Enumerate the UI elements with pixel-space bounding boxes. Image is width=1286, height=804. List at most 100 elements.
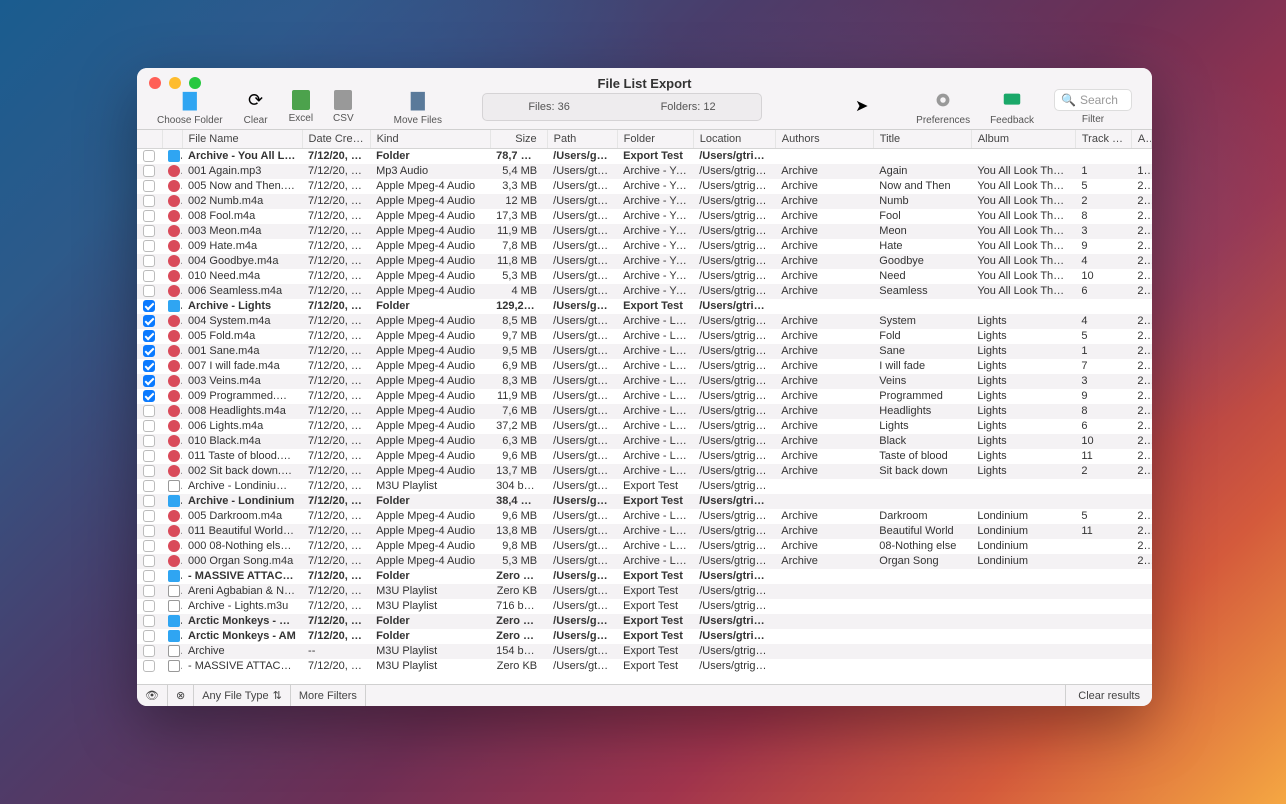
row-checkbox[interactable] — [143, 510, 155, 522]
col-date[interactable]: Date Created — [302, 130, 370, 149]
table-row[interactable]: 004 Goodbye.m4a7/12/20, 6:0...Apple Mpeg… — [137, 254, 1152, 269]
row-checkbox[interactable] — [143, 360, 155, 372]
row-checkbox[interactable] — [143, 390, 155, 402]
table-row[interactable]: 002 Numb.m4a7/12/20, 6:0...Apple Mpeg-4 … — [137, 194, 1152, 209]
row-checkbox[interactable] — [143, 375, 155, 387]
row-checkbox[interactable] — [143, 255, 155, 267]
close-icon[interactable] — [149, 77, 161, 89]
preferences-button[interactable]: Preferences — [906, 88, 980, 126]
row-checkbox[interactable] — [143, 330, 155, 342]
row-checkbox[interactable] — [143, 150, 155, 162]
col-path[interactable]: Path — [547, 130, 617, 149]
table-row[interactable]: 006 Lights.m4a7/12/20, 7:1...Apple Mpeg-… — [137, 419, 1152, 434]
table-row[interactable]: 007 I will fade.m4a7/12/20, 7:17...Apple… — [137, 359, 1152, 374]
clear-button[interactable]: ⟳ Clear — [233, 88, 279, 126]
row-checkbox[interactable] — [143, 645, 155, 657]
move-files-button[interactable]: ▇ Move Files — [384, 88, 452, 126]
col-track[interactable]: Track NO — [1075, 130, 1131, 149]
row-checkbox[interactable] — [143, 630, 155, 642]
maximize-icon[interactable] — [189, 77, 201, 89]
table-row[interactable]: 006 Seamless.m4a7/12/20, 6:0...Apple Mpe… — [137, 284, 1152, 299]
table-row[interactable]: Archive - Londinium7/12/20, 7:...Folder3… — [137, 494, 1152, 509]
close-filter-button[interactable]: ⊗ — [168, 685, 194, 706]
row-checkbox[interactable] — [143, 615, 155, 627]
table-row[interactable]: Arctic Monkeys - AM7/12/20, 7:...FolderZ… — [137, 629, 1152, 644]
feedback-button[interactable]: Feedback — [980, 88, 1044, 126]
col-title[interactable]: Title — [873, 130, 971, 149]
row-checkbox[interactable] — [143, 165, 155, 177]
col-album[interactable]: Album — [971, 130, 1075, 149]
row-checkbox[interactable] — [143, 270, 155, 282]
row-checkbox[interactable] — [143, 465, 155, 477]
row-checkbox[interactable] — [143, 570, 155, 582]
row-checkbox[interactable] — [143, 555, 155, 567]
row-checkbox[interactable] — [143, 225, 155, 237]
row-checkbox[interactable] — [143, 210, 155, 222]
row-checkbox[interactable] — [143, 585, 155, 597]
row-checkbox[interactable] — [143, 435, 155, 447]
row-checkbox[interactable] — [143, 600, 155, 612]
row-checkbox[interactable] — [143, 180, 155, 192]
file-type-selector[interactable]: Any File Type ⇅ — [194, 685, 291, 706]
col-a[interactable]: A... — [1131, 130, 1151, 149]
row-checkbox[interactable] — [143, 315, 155, 327]
table-row[interactable]: Archive--M3U Playlist154 bytes/Users/gtr… — [137, 644, 1152, 659]
table-row[interactable]: 008 Fool.m4a7/12/20, 6:0...Apple Mpeg-4 … — [137, 209, 1152, 224]
table-row[interactable]: 005 Fold.m4a7/12/20, 7:17...Apple Mpeg-4… — [137, 329, 1152, 344]
eye-toggle[interactable]: 👁 — [137, 685, 168, 706]
table-row[interactable]: 001 Again.mp37/12/20, 6:0...Mp3 Audio5,4… — [137, 164, 1152, 179]
more-filters-button[interactable]: More Filters — [291, 685, 366, 706]
table-row[interactable]: 010 Black.m4a7/12/20, 7:1...Apple Mpeg-4… — [137, 434, 1152, 449]
table-row[interactable]: 003 Veins.m4a7/12/20, 7:17...Apple Mpeg-… — [137, 374, 1152, 389]
table-row[interactable]: 010 Need.m4a7/12/20, 6:0...Apple Mpeg-4 … — [137, 269, 1152, 284]
row-checkbox[interactable] — [143, 525, 155, 537]
table-row[interactable]: Archive - Londinium.m3u7/12/20, 7:2...M3… — [137, 479, 1152, 494]
table-row[interactable]: 005 Now and Then.m4a7/12/20, 6:0...Apple… — [137, 179, 1152, 194]
minimize-icon[interactable] — [169, 77, 181, 89]
row-checkbox[interactable] — [143, 195, 155, 207]
row-checkbox[interactable] — [143, 420, 155, 432]
table-row[interactable]: Arctic Monkeys - Live...7/12/20, 7:...Fo… — [137, 614, 1152, 629]
row-checkbox[interactable] — [143, 405, 155, 417]
table-row[interactable]: - MASSIVE ATTACK -...7/12/20, 7:1...Fold… — [137, 569, 1152, 584]
table-row[interactable]: 003 Meon.m4a7/12/20, 6:0...Apple Mpeg-4 … — [137, 224, 1152, 239]
row-checkbox[interactable] — [143, 300, 155, 312]
table-row[interactable]: - MASSIVE ATTACK - 1...7/12/20, 7:2...M3… — [137, 659, 1152, 674]
table-row[interactable]: 011 Taste of blood.m4a7/12/20, 7:1...App… — [137, 449, 1152, 464]
table-row[interactable]: Archive - Lights.m3u7/12/20, 7:2...M3U P… — [137, 599, 1152, 614]
table-row[interactable]: Archive - Lights7/12/20, 7:...Folder129,… — [137, 299, 1152, 314]
table-row[interactable]: 001 Sane.m4a7/12/20, 7:17...Apple Mpeg-4… — [137, 344, 1152, 359]
row-checkbox[interactable] — [143, 240, 155, 252]
clear-results-button[interactable]: Clear results — [1065, 685, 1152, 706]
row-checkbox[interactable] — [143, 450, 155, 462]
choose-folder-button[interactable]: ▇ Choose Folder — [147, 88, 233, 126]
table-row[interactable]: 008 Headlights.m4a7/12/20, 7:17...Apple … — [137, 404, 1152, 419]
row-checkbox[interactable] — [143, 540, 155, 552]
table-row[interactable]: 000 08-Nothing else.m...7/12/20, 6:0...A… — [137, 539, 1152, 554]
table-row[interactable]: 005 Darkroom.m4a7/12/20, 6:0...Apple Mpe… — [137, 509, 1152, 524]
table-row[interactable]: 009 Hate.m4a7/12/20, 6:0...Apple Mpeg-4 … — [137, 239, 1152, 254]
table-row[interactable]: 002 Sit back down.m4a7/12/20, 7:1...Appl… — [137, 464, 1152, 479]
col-filename[interactable]: File Name — [182, 130, 302, 149]
col-icon[interactable] — [162, 130, 182, 149]
row-checkbox[interactable] — [143, 345, 155, 357]
row-checkbox[interactable] — [143, 480, 155, 492]
table-row[interactable]: 004 System.m4a7/12/20, 7:17...Apple Mpeg… — [137, 314, 1152, 329]
row-checkbox[interactable] — [143, 660, 155, 672]
col-check[interactable] — [137, 130, 162, 149]
col-kind[interactable]: Kind — [370, 130, 490, 149]
col-authors[interactable]: Authors — [775, 130, 873, 149]
excel-button[interactable]: Excel — [279, 90, 323, 124]
col-size[interactable]: Size — [490, 130, 547, 149]
table-row[interactable]: 009 Programmed.m4a7/12/20, 7:17...Apple … — [137, 389, 1152, 404]
search-input[interactable]: 🔍 Search — [1054, 89, 1132, 111]
col-location[interactable]: Location — [693, 130, 775, 149]
table-row[interactable]: 000 Organ Song.m4a7/12/20, 6:0...Apple M… — [137, 554, 1152, 569]
row-checkbox[interactable] — [143, 285, 155, 297]
table-row[interactable]: Areni Agbabian & Nicola...7/12/20, 7:2..… — [137, 584, 1152, 599]
table-row[interactable]: 011 Beautiful World.m4a7/12/20, 6:0...Ap… — [137, 524, 1152, 539]
col-folder[interactable]: Folder — [617, 130, 693, 149]
csv-button[interactable]: CSV — [323, 90, 364, 124]
row-checkbox[interactable] — [143, 495, 155, 507]
table-row[interactable]: Archive - You All Look...7/12/20, 7:...F… — [137, 149, 1152, 164]
